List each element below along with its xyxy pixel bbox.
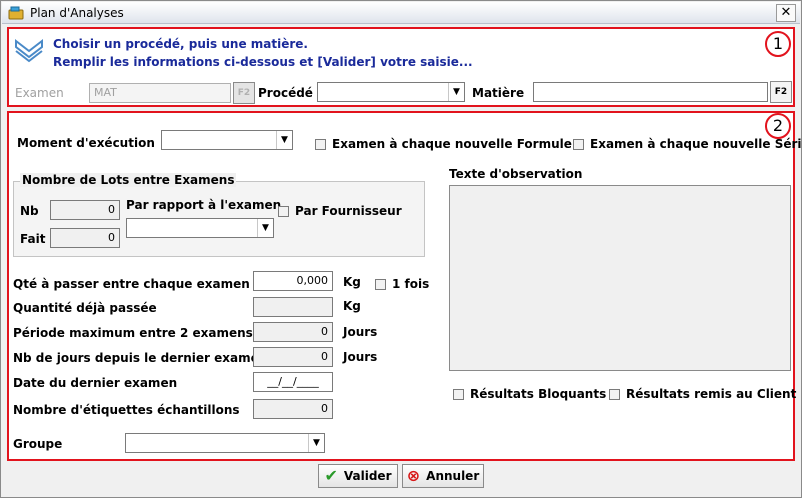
groupe-label: Groupe: [13, 437, 63, 451]
section-1-badge: 1: [765, 31, 791, 57]
title-bar: Plan d'Analyses ✕: [2, 2, 800, 24]
annuler-label: Annuler: [426, 469, 480, 483]
nbjours-unit: Jours: [343, 350, 378, 364]
checkmark-logo-icon: [15, 38, 43, 63]
qte-unit: Kg: [343, 275, 361, 289]
examen-field: MAT: [89, 83, 231, 103]
fait-input[interactable]: 0: [50, 228, 120, 248]
matiere-input[interactable]: [533, 82, 768, 102]
texte-observation-textarea[interactable]: [449, 185, 791, 371]
chk-par-fournisseur[interactable]: Par Fournisseur: [278, 204, 402, 218]
details-section: 2 Moment d'exécution ▼ Examen à chaque n…: [7, 111, 802, 461]
valider-label: Valider: [343, 469, 392, 483]
checkbox-icon[interactable]: [278, 205, 289, 217]
selection-section: Choisir un procédé, puis une matière. Re…: [7, 27, 795, 107]
nbjours-label: Nb de jours depuis le dernier examen: [13, 351, 268, 365]
chk-examen-formule-label: Examen à chaque nouvelle Formule: [332, 137, 572, 151]
date-label: Date du dernier examen: [13, 376, 178, 390]
procede-select[interactable]: ▼: [317, 82, 465, 102]
chk-resultats-client-label: Résultats remis au Client: [626, 387, 797, 401]
section-2-badge: 2: [765, 113, 791, 139]
qte-passee-input: [253, 297, 333, 317]
par-rapport-label: Par rapport à l'examen: [126, 198, 282, 212]
date-input[interactable]: __/__/____: [253, 372, 333, 392]
checkbox-icon[interactable]: [375, 278, 386, 290]
nbjours-input: 0: [253, 347, 333, 367]
checkbox-icon[interactable]: [573, 138, 584, 150]
procede-value: [318, 85, 322, 98]
checkbox-icon[interactable]: [609, 388, 620, 400]
qte-input[interactable]: 0,000: [253, 271, 333, 291]
periode-label: Période maximum entre 2 examens: [13, 326, 253, 340]
chk-examen-formule[interactable]: Examen à chaque nouvelle Formule: [315, 137, 572, 151]
nb-label: Nb: [20, 204, 39, 218]
chk-resultats-bloquants[interactable]: Résultats Bloquants: [453, 387, 606, 401]
chk-1-fois-label: 1 fois: [392, 277, 430, 291]
periode-unit: Jours: [343, 325, 378, 339]
chevron-down-icon[interactable]: ▼: [448, 83, 464, 101]
checkbox-icon[interactable]: [453, 388, 464, 400]
lots-group-title: Nombre de Lots entre Examens: [20, 173, 237, 187]
lots-groupbox: Nombre de Lots entre Examens Nb 0 Fait 0…: [13, 173, 425, 257]
procede-label: Procédé: [258, 86, 313, 100]
nb-input[interactable]: 0: [50, 200, 120, 220]
periode-input[interactable]: 0: [253, 322, 333, 342]
groupe-select[interactable]: ▼: [125, 433, 325, 453]
instructions: Choisir un procédé, puis une matière. Re…: [53, 35, 473, 71]
matiere-label: Matière: [472, 86, 525, 100]
qte-label: Qté à passer entre chaque examen: [13, 277, 250, 291]
app-window: Plan d'Analyses ✕ Choisir un procédé, pu…: [0, 0, 802, 498]
chevron-down-icon[interactable]: ▼: [257, 219, 273, 237]
etiquettes-input[interactable]: 0: [253, 399, 333, 419]
window-title: Plan d'Analyses: [30, 6, 124, 20]
close-button[interactable]: ✕: [776, 4, 796, 22]
etiquettes-label: Nombre d'étiquettes échantillons: [13, 403, 240, 417]
moment-label: Moment d'exécution: [17, 136, 155, 150]
texte-observation-label: Texte d'observation: [449, 167, 583, 181]
annuler-button[interactable]: ⊗ Annuler: [402, 464, 484, 488]
examen-f2-button: F2: [233, 82, 255, 104]
instruction-line-1: Choisir un procédé, puis une matière.: [53, 37, 308, 51]
chk-resultats-bloquants-label: Résultats Bloquants: [470, 387, 607, 401]
cancel-icon: ⊗: [406, 466, 421, 485]
instruction-line-2: Remplir les informations ci-dessous et […: [53, 55, 473, 69]
chk-examen-serie-label: Examen à chaque nouvelle Série: [590, 137, 802, 151]
app-icon: [8, 6, 24, 20]
checkmark-icon: ✔: [324, 466, 338, 485]
qte-passee-label: Quantité déjà passée: [13, 301, 157, 315]
chk-1-fois[interactable]: 1 fois: [375, 277, 429, 291]
chk-examen-serie[interactable]: Examen à chaque nouvelle Série: [573, 137, 802, 151]
qte-passee-unit: Kg: [343, 299, 361, 313]
matiere-f2-button[interactable]: F2: [770, 81, 792, 103]
moment-select[interactable]: ▼: [161, 130, 293, 150]
examen-label: Examen: [15, 86, 64, 100]
chevron-down-icon[interactable]: ▼: [308, 434, 324, 452]
checkbox-icon[interactable]: [315, 138, 326, 150]
chevron-down-icon[interactable]: ▼: [276, 131, 292, 149]
fait-label: Fait: [20, 232, 46, 246]
valider-button[interactable]: ✔ Valider: [318, 464, 398, 488]
chk-resultats-client[interactable]: Résultats remis au Client: [609, 387, 796, 401]
chk-par-fournisseur-label: Par Fournisseur: [295, 204, 402, 218]
par-rapport-select[interactable]: ▼: [126, 218, 274, 238]
